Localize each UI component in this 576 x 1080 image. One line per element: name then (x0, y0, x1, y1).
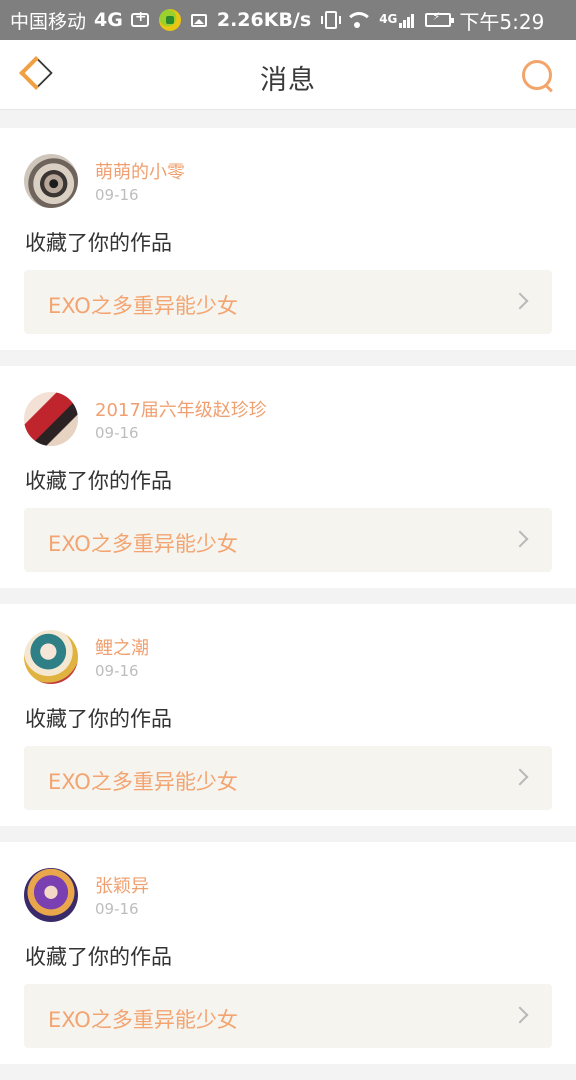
network-type: 4G (94, 9, 123, 31)
message-list: 萌萌的小零 09-16 收藏了你的作品 EXO之多重异能少女 2017届六年级赵… (0, 128, 576, 1080)
avatar[interactable] (24, 154, 78, 208)
work-title: EXO之多重异能少女 (48, 532, 238, 556)
message-action-text: 收藏了你的作品 (25, 707, 172, 731)
usb-icon (130, 9, 149, 27)
image-icon (190, 13, 207, 27)
message-item: 2017届六年级赵珍珍 09-16 收藏了你的作品 EXO之多重异能少女 (0, 366, 576, 588)
avatar[interactable] (24, 868, 78, 922)
work-link[interactable]: EXO之多重异能少女 (24, 984, 552, 1048)
message-item: 萌萌的小零 09-16 收藏了你的作品 EXO之多重异能少女 (0, 128, 576, 350)
message-item: 鲤之潮 09-16 收藏了你的作品 EXO之多重异能少女 (0, 604, 576, 826)
avatar[interactable] (24, 630, 78, 684)
app-icon (158, 9, 181, 31)
page-title: 消息 (260, 65, 316, 96)
work-link[interactable]: EXO之多重异能少女 (24, 508, 552, 572)
vibrate-icon (321, 11, 342, 29)
chevron-right-icon (511, 1006, 529, 1024)
message-action-text: 收藏了你的作品 (25, 945, 172, 969)
message-date: 09-16 (95, 424, 139, 442)
work-title: EXO之多重异能少女 (48, 294, 238, 318)
status-clock: 下午5:29 (459, 9, 545, 34)
message-action-text: 收藏了你的作品 (25, 231, 172, 255)
work-title: EXO之多重异能少女 (48, 770, 238, 794)
search-button[interactable] (522, 60, 554, 92)
avatar[interactable] (24, 392, 78, 446)
signal-icon: 4G (379, 12, 415, 28)
user-name-link[interactable]: 鲤之潮 (95, 634, 149, 660)
message-date: 09-16 (95, 662, 139, 680)
message-item: 张颖异 09-16 收藏了你的作品 EXO之多重异能少女 (0, 842, 576, 1064)
message-date: 09-16 (95, 186, 139, 204)
user-name-link[interactable]: 张颖异 (95, 872, 149, 898)
user-name-link[interactable]: 萌萌的小零 (95, 158, 185, 184)
message-date: 09-16 (95, 900, 139, 918)
chevron-right-icon (511, 292, 529, 310)
header-bar: 消息 (0, 40, 576, 110)
chevron-right-icon (511, 768, 529, 786)
wifi-icon (347, 12, 370, 28)
battery-icon (425, 10, 455, 27)
status-bar: 中国移动 4G 2.26KB/s 4G 下午5:29 (0, 0, 576, 40)
network-speed: 2.26KB/s (216, 9, 312, 31)
work-title: EXO之多重异能少女 (48, 1008, 238, 1032)
work-link[interactable]: EXO之多重异能少女 (24, 270, 552, 334)
work-link[interactable]: EXO之多重异能少女 (24, 746, 552, 810)
signal-label: 4G (379, 12, 398, 26)
user-name-link[interactable]: 2017届六年级赵珍珍 (95, 396, 267, 422)
chevron-right-icon (511, 530, 529, 548)
message-action-text: 收藏了你的作品 (25, 469, 172, 493)
carrier-label: 中国移动 (10, 10, 87, 33)
